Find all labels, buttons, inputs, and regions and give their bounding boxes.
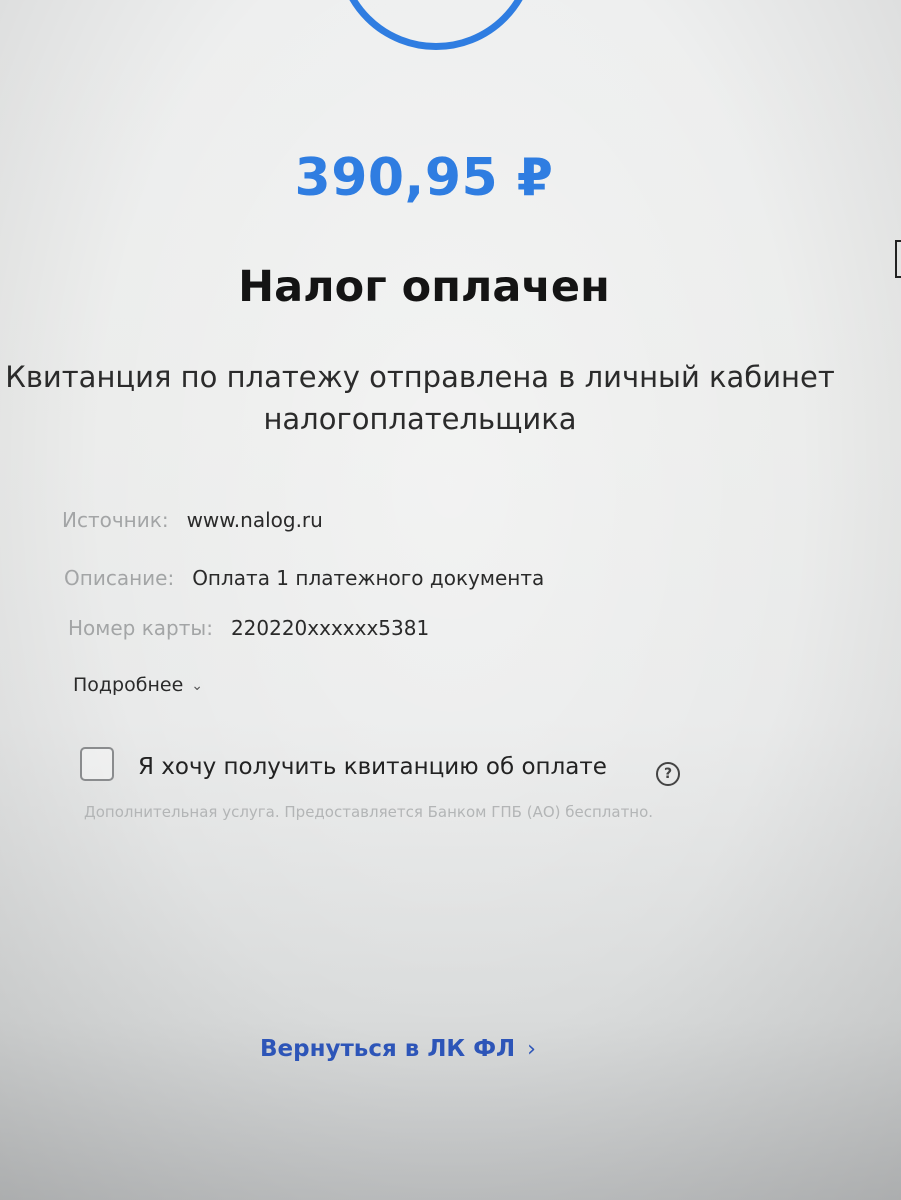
subtitle-line-2: налогоплательщика: [263, 402, 577, 436]
chevron-right-icon: ›: [527, 1037, 536, 1062]
subtitle-line-1: Квитанция по платежу отправлена в личный…: [5, 360, 835, 394]
detail-row-description: Описание: Оплата 1 платежного документа: [64, 566, 544, 590]
description-value: Оплата 1 платежного документа: [192, 566, 545, 590]
card-label: Номер карты:: [68, 616, 213, 640]
page-title: Налог оплачен: [238, 262, 610, 312]
success-circle-icon: [336, 0, 536, 50]
detail-row-card: Номер карты: 220220xxxxxx5381: [68, 616, 429, 640]
receipt-note: Дополнительная услуга. Предоставляется Б…: [84, 803, 654, 821]
back-to-account-link[interactable]: Вернуться в ЛК ФЛ ›: [260, 1036, 536, 1062]
chevron-down-icon: ⌄: [191, 678, 203, 694]
more-details-toggle[interactable]: Подробнее ⌄: [73, 674, 203, 696]
receipt-checkbox-label[interactable]: Я хочу получить квитанцию об оплате: [138, 754, 607, 780]
payment-amount: 390,95 ₽: [294, 148, 554, 208]
receipt-checkbox[interactable]: [80, 747, 114, 781]
source-label: Источник:: [62, 508, 169, 532]
source-value: www.nalog.ru: [186, 508, 323, 532]
detail-row-source: Источник: www.nalog.ru: [62, 508, 323, 532]
card-value: 220220xxxxxx5381: [230, 616, 430, 640]
description-label: Описание:: [64, 566, 175, 590]
payment-subtitle: Квитанция по платежу отправлена в личный…: [0, 356, 860, 440]
back-link-label: Вернуться в ЛК ФЛ: [260, 1036, 516, 1062]
screen-edge-mark: [895, 240, 901, 278]
more-details-label: Подробнее: [73, 674, 184, 696]
question-circle-icon[interactable]: ?: [656, 762, 680, 786]
